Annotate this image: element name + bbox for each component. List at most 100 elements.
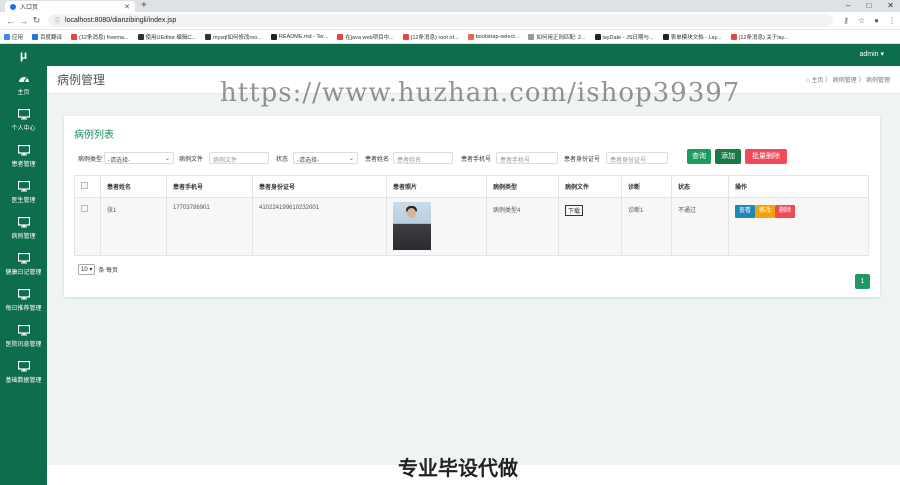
sidebar-item-cases[interactable]: 病例管理 (0, 210, 47, 246)
bookmark-item[interactable]: (12条消息) freema... (71, 33, 129, 41)
patient-phone-input[interactable]: 患者手机号 (496, 152, 558, 164)
monitor-icon (17, 180, 30, 191)
bookmark-icon (71, 33, 78, 40)
key-icon[interactable]: ⚷ (843, 16, 849, 25)
column-header: 诊断 (621, 175, 672, 198)
bookmarks-bar: 应用 百度翻译 (12条消息) freema... 使用UEditor 编辑C.… (0, 30, 900, 44)
batch-delete-button[interactable]: 批量删除 (745, 149, 787, 164)
patient-phone-label: 患者手机号 (461, 157, 492, 163)
globe-icon (10, 3, 16, 10)
account-icon[interactable]: ● (874, 16, 879, 25)
column-header: 病例类型 (486, 175, 559, 198)
maximize-icon[interactable]: □ (866, 0, 871, 12)
breadcrumb[interactable]: ⌂ 主页 〉 病例管理 〉 病例管理 (806, 75, 890, 84)
app: μ admin ▾ 主页 个人中心 患者管理 医生管理 病例管理 健康日记管理 (0, 44, 900, 485)
star-icon[interactable]: ☆ (858, 16, 865, 25)
page-button-1[interactable]: 1 (855, 274, 870, 289)
bookmark-item[interactable]: (12条消息) 关于lay... (730, 33, 789, 41)
sidebar-item-doctors[interactable]: 医生管理 (0, 174, 47, 210)
status-cell: 不通过 (671, 197, 729, 256)
column-header: 患者照片 (386, 175, 487, 198)
patient-id-label: 患者身份证号 (564, 157, 601, 163)
url-input[interactable]: ⓘ localhost:8080/dianzibingli/index.jsp (48, 14, 834, 27)
case-file-input[interactable]: 病例文件 (209, 152, 269, 164)
page-size-select[interactable]: 10 ▾ (78, 264, 96, 275)
patient-name-cell: 张1 (100, 197, 167, 256)
bookmark-icon (467, 33, 474, 40)
close-icon[interactable]: ✕ (124, 3, 130, 11)
monitor-icon (17, 108, 30, 119)
address-bar: ← → ↻ ⓘ localhost:8080/dianzibingli/inde… (0, 12, 900, 30)
user-menu[interactable]: admin ▾ (859, 44, 884, 66)
sidebar-item-home[interactable]: 主页 (0, 66, 47, 102)
bookmark-item[interactable]: 使用UEditor 编辑C... (137, 33, 196, 41)
select-all-header (74, 175, 101, 198)
patient-photo[interactable] (393, 202, 431, 250)
plus-icon[interactable]: + (141, 0, 147, 12)
patient-id-input[interactable]: 患者身份证号 (606, 152, 668, 164)
bookmark-item[interactable]: bootstrap-select... (467, 33, 519, 40)
browser-tab[interactable]: 入口页 ✕ (5, 1, 135, 12)
monitor-icon (17, 288, 30, 299)
watermark-text: https://www.huzhan.com/ishop39397 (220, 78, 741, 108)
download-link[interactable]: 下载 (565, 205, 584, 216)
patient-name-input[interactable]: 患者姓名 (393, 152, 453, 164)
row-checkbox[interactable] (81, 205, 88, 212)
apps-icon (4, 33, 10, 40)
reload-icon[interactable]: ↻ (30, 15, 43, 26)
minimize-icon[interactable]: – (846, 0, 850, 12)
page-size-suffix: 条 每页 (98, 268, 119, 274)
monitor-icon (17, 252, 30, 263)
case-list-panel: 病例列表 病例类型 -请选择- ⌄ 病例文件 病例文件 状态 -请选择- ⌄ 患… (64, 116, 880, 297)
forward-icon[interactable]: → (17, 16, 30, 26)
sidebar-item-base-data[interactable]: 基础数据管理 (0, 354, 47, 390)
banner-text: 专业毕设代做 (398, 458, 518, 480)
bookmark-icon (528, 33, 535, 40)
monitor-icon (17, 360, 30, 371)
sidebar-item-patients[interactable]: 患者管理 (0, 138, 47, 174)
bookmark-item[interactable]: mysql如何修改roo... (204, 33, 262, 41)
sidebar-item-hospital-news[interactable]: 医院讯息管理 (0, 318, 47, 354)
actions-cell: 查看 修改 删除 (728, 197, 869, 256)
case-type-label: 病例类型 (78, 157, 103, 163)
case-type-select[interactable]: -请选择- ⌄ (104, 152, 174, 164)
page-size-control: 10 ▾ 条 每页 (78, 264, 118, 275)
bookmark-icon (137, 33, 144, 40)
bookmark-item[interactable]: README.md - Ter... (270, 33, 328, 40)
chevron-down-icon: ⌄ (164, 156, 170, 162)
top-navbar: μ admin ▾ (0, 44, 900, 66)
bookmark-item[interactable]: 表单模块文档 - Lay... (662, 33, 722, 41)
bookmark-item[interactable]: 应用 (4, 33, 23, 41)
search-button[interactable]: 查询 (687, 149, 711, 164)
bookmark-item[interactable]: (12条消息) root of... (402, 33, 459, 41)
column-header: 患者姓名 (100, 175, 167, 198)
bookmark-item[interactable]: layDate - JS日期与... (594, 33, 654, 41)
monitor-icon (17, 324, 30, 335)
sidebar-item-personal-center[interactable]: 个人中心 (0, 102, 47, 138)
bookmark-icon (337, 33, 344, 40)
sidebar-item-health-diary[interactable]: 健康日记管理 (0, 246, 47, 282)
status-select[interactable]: -请选择- ⌄ (293, 152, 358, 164)
chevron-down-icon: ⌄ (348, 156, 354, 162)
close-icon[interactable]: ✕ (887, 0, 894, 12)
info-icon: ⓘ (54, 19, 61, 25)
bookmark-icon (204, 33, 211, 40)
panel-title: 病例列表 (74, 130, 114, 141)
menu-icon[interactable]: ⋮ (888, 16, 896, 25)
sidebar-item-daily-recommend[interactable]: 每日推荐管理 (0, 282, 47, 318)
github-icon (270, 33, 277, 40)
back-icon[interactable]: ← (4, 16, 17, 26)
add-button[interactable]: 添加 (715, 149, 741, 164)
bookmark-icon (730, 33, 737, 40)
delete-button[interactable]: 删除 (775, 205, 796, 218)
bookmark-item[interactable]: 在java web项目中... (337, 33, 394, 41)
bookmark-item[interactable]: 如何用正则匹配: 2... (528, 33, 586, 41)
patient-phone-cell: 17703786901 (166, 197, 253, 256)
table-row: 张1 17703786901 410224199610232001 病例类型4 … (74, 197, 869, 256)
diagnosis-cell: 诊断1 (621, 197, 672, 256)
view-button[interactable]: 查看 (735, 205, 756, 218)
edit-button[interactable]: 修改 (755, 205, 776, 218)
select-all-checkbox[interactable] (81, 182, 88, 189)
bookmark-item[interactable]: 百度翻译 (32, 33, 62, 41)
patient-name-label: 患者姓名 (365, 157, 390, 163)
